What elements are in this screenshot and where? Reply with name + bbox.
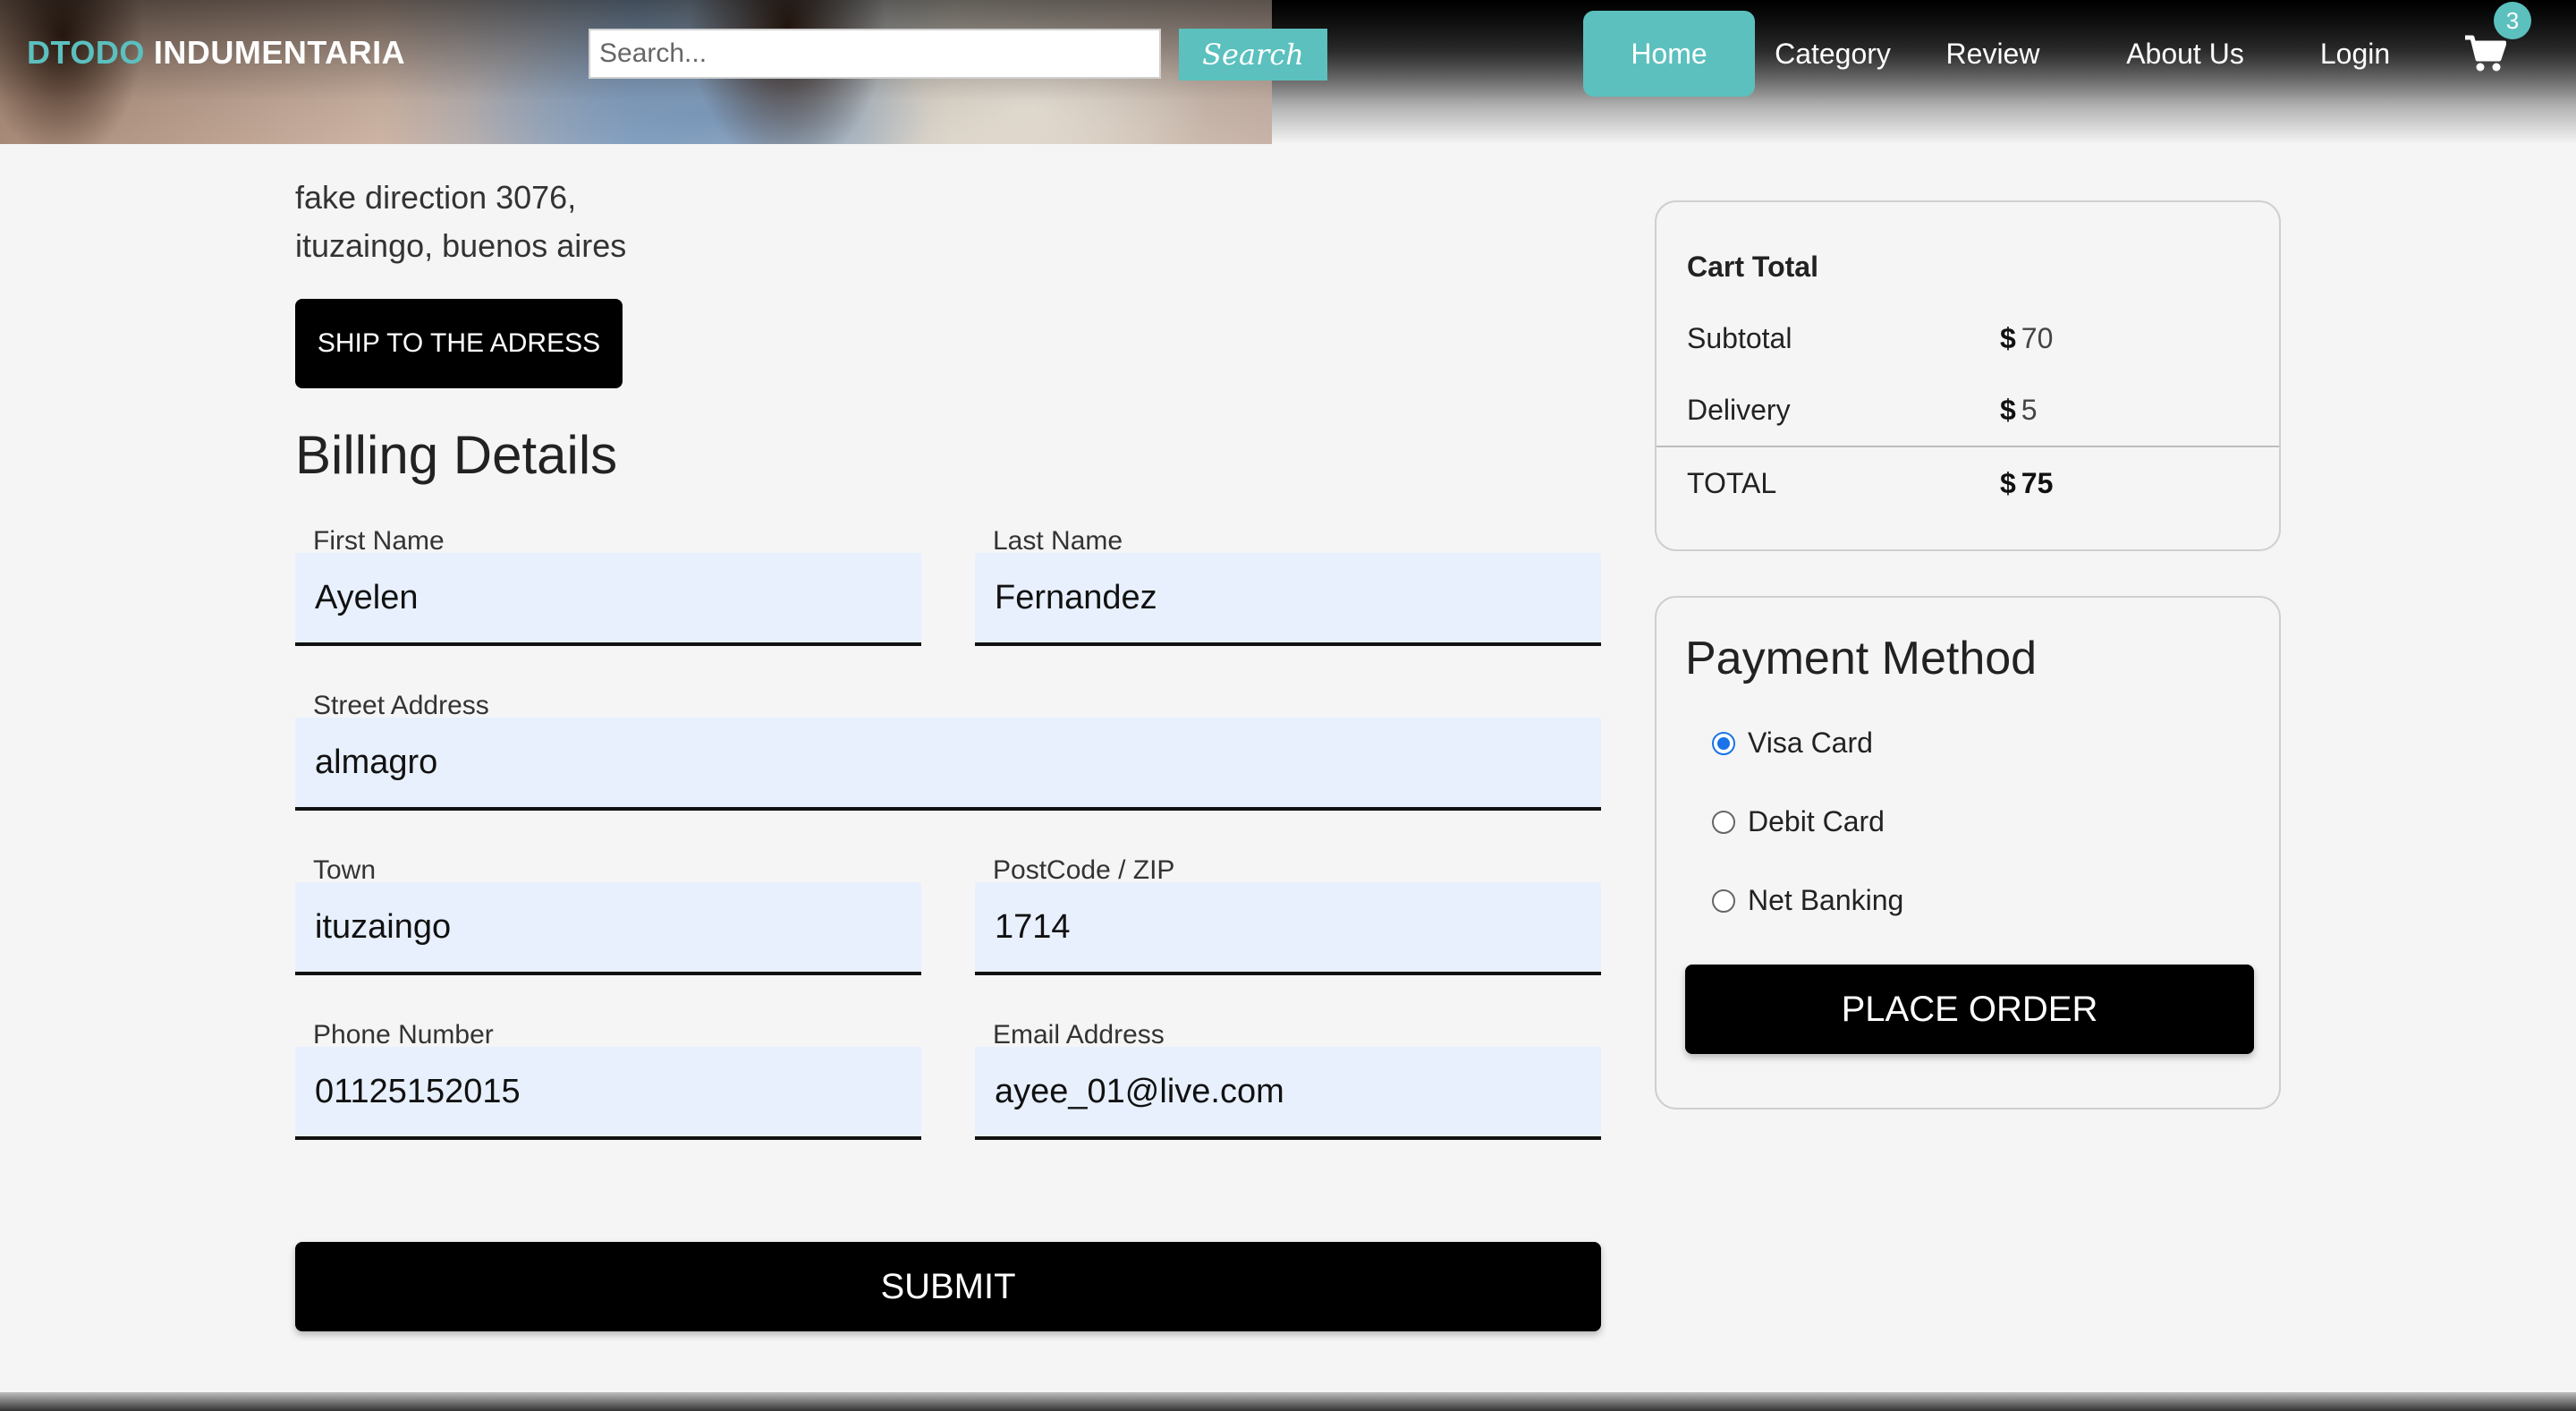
shopping-cart-icon[interactable]	[2463, 34, 2507, 73]
nav-home[interactable]: Home	[1583, 11, 1755, 97]
logo-accent-text: DTODO	[27, 34, 145, 71]
nav-review[interactable]: Review	[1930, 11, 2055, 97]
payment-option-label: Debit Card	[1748, 805, 1885, 837]
site-logo[interactable]: DTODO INDUMENTARIA	[27, 34, 405, 72]
radio-button[interactable]	[1712, 888, 1735, 913]
cart-total-card: Cart Total Subtotal $70 Delivery $5 TOTA…	[1655, 200, 2281, 551]
dollar-sign: $	[2000, 467, 2016, 499]
address-line-2: ituzaingo, buenos aires	[295, 227, 627, 264]
subtotal-value: $70	[2000, 322, 2053, 355]
town-label: Town	[313, 855, 377, 885]
total-amount: 75	[2021, 467, 2054, 499]
cart-total-title: Cart Total	[1687, 251, 1818, 283]
payment-option-label: Visa Card	[1748, 727, 1873, 759]
subtotal-amount: 70	[2021, 322, 2054, 354]
submit-button[interactable]: SUBMIT	[295, 1242, 1601, 1331]
nav-about-us[interactable]: About Us	[2114, 11, 2256, 97]
cart-divider	[1657, 446, 2279, 447]
town-field[interactable]	[295, 882, 921, 975]
address-line-1: fake direction 3076,	[295, 179, 577, 216]
nav-category[interactable]: Category	[1758, 11, 1907, 97]
postcode-field[interactable]	[975, 882, 1601, 975]
payment-option-net-banking[interactable]: Net Banking	[1712, 884, 1903, 917]
dollar-sign: $	[2000, 394, 2016, 426]
first-name-field[interactable]	[295, 553, 921, 646]
nav-login[interactable]: Login	[2304, 11, 2406, 97]
cart-count-badge: 3	[2494, 2, 2531, 39]
postcode-label: PostCode / ZIP	[993, 855, 1175, 885]
email-address-label: Email Address	[993, 1020, 1165, 1050]
delivery-label: Delivery	[1687, 394, 1791, 426]
last-name-field[interactable]	[975, 553, 1601, 646]
total-value: $75	[2000, 467, 2053, 500]
email-address-field[interactable]	[975, 1047, 1601, 1140]
logo-rest-text: INDUMENTARIA	[153, 34, 406, 71]
bottom-edge	[0, 1392, 2576, 1411]
first-name-label: First Name	[313, 526, 445, 556]
payment-option-debit[interactable]: Debit Card	[1712, 805, 1885, 838]
last-name-label: Last Name	[993, 526, 1123, 556]
search-button[interactable]: Search	[1179, 29, 1327, 81]
delivery-value: $5	[2000, 394, 2038, 427]
payment-method-card: Payment Method Visa Card Debit Card Net …	[1655, 596, 2281, 1109]
ship-to-address-button[interactable]: SHIP TO THE ADRESS	[295, 299, 623, 388]
street-address-label: Street Address	[313, 691, 489, 720]
phone-number-label: Phone Number	[313, 1020, 494, 1050]
search-input[interactable]	[589, 29, 1161, 79]
street-address-field[interactable]	[295, 718, 1601, 811]
total-label: TOTAL	[1687, 467, 1777, 499]
subtotal-label: Subtotal	[1687, 322, 1792, 354]
radio-button[interactable]	[1712, 731, 1735, 755]
site-header: DTODOINDUMENTARIA Search Home Category R…	[0, 0, 2576, 144]
delivery-amount: 5	[2021, 394, 2038, 426]
phone-number-field[interactable]	[295, 1047, 921, 1140]
payment-method-title: Payment Method	[1685, 633, 2038, 684]
payment-option-label: Net Banking	[1748, 884, 1904, 916]
place-order-button[interactable]: PLACE ORDER	[1685, 965, 2254, 1054]
dollar-sign: $	[2000, 322, 2016, 354]
payment-option-visa[interactable]: Visa Card	[1712, 727, 1873, 760]
billing-details-title: Billing Details	[295, 425, 618, 485]
radio-button[interactable]	[1712, 810, 1735, 834]
